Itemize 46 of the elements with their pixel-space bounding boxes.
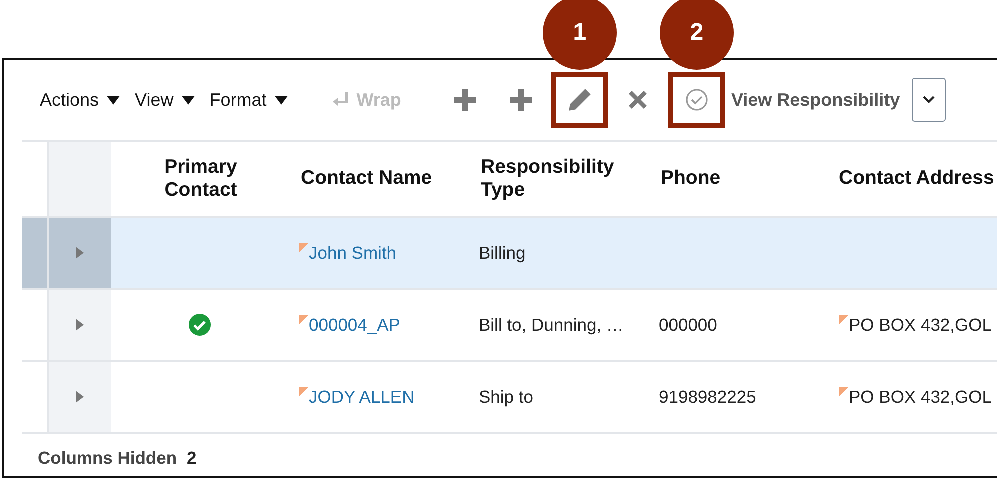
pencil-icon [566, 87, 593, 113]
contact-link[interactable]: John Smith [309, 242, 397, 264]
table-row[interactable]: JODY ALLEN Ship to 9198982225 PO BOX 432,GOL [22, 362, 997, 434]
step-number-badge: 1 [542, 0, 617, 70]
row-selection-bar [22, 218, 47, 288]
corner-flag-icon [839, 387, 849, 397]
view-responsibility-button[interactable]: View Responsibility [731, 90, 900, 110]
corner-flag-icon [299, 315, 309, 325]
step-number-badge: 2 [660, 0, 734, 70]
expand-icon[interactable] [76, 319, 84, 331]
column-header[interactable]: Primary Contact [156, 156, 246, 202]
table-cell: 000000 [659, 314, 718, 336]
column-header[interactable]: Contact Address [839, 167, 994, 191]
column-header[interactable]: Phone [661, 167, 721, 191]
expand-icon[interactable] [76, 391, 84, 403]
dropdown-button[interactable] [912, 78, 946, 122]
table-cell: 9198982225 [659, 386, 756, 408]
table-row[interactable]: John Smith Billing [22, 218, 997, 290]
approve-button[interactable] [668, 72, 726, 128]
menu-button[interactable]: Format [210, 90, 288, 110]
table-cell: PO BOX 432,GOL [849, 386, 992, 408]
chevron-down-icon [923, 96, 936, 104]
corner-flag-icon [299, 243, 309, 253]
status-label: Columns Hidden [38, 448, 178, 468]
caret-icon [274, 96, 288, 104]
column-header[interactable]: Contact Name [301, 167, 432, 191]
edit-button[interactable] [551, 72, 608, 128]
contact-link[interactable]: JODY ALLEN [309, 386, 415, 408]
table-cell: Bill to, Dunning, … [479, 314, 624, 336]
menu-button[interactable]: View [135, 90, 195, 110]
menu-button[interactable]: Actions [40, 90, 120, 110]
column-header[interactable]: Responsibility Type [481, 156, 649, 202]
caret-icon [182, 96, 195, 104]
table-row[interactable]: 000004_AP Bill to, Dunning, … 000000 PO BOX 432,GOL [22, 290, 997, 362]
plus-icon [509, 88, 534, 112]
corner-flag-icon [839, 315, 849, 325]
plus-icon [453, 88, 478, 112]
contact-link[interactable]: 000004_AP [309, 314, 400, 336]
table-cell: PO BOX 432,GOL [849, 314, 992, 336]
corner-flag-icon [299, 387, 309, 397]
expand-icon[interactable] [76, 247, 84, 259]
status-count: 2 [187, 448, 197, 468]
table-cell: Ship to [479, 386, 534, 408]
table-cell: Billing [479, 242, 526, 264]
caret-icon [107, 96, 120, 104]
check-circle-icon [684, 88, 709, 112]
